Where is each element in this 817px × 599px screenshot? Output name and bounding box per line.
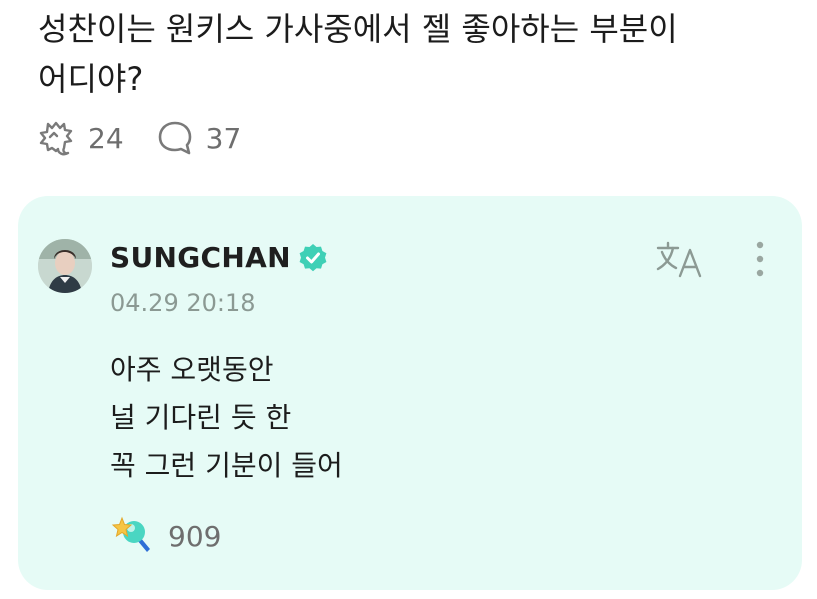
star-lightstick-icon (110, 512, 154, 560)
reply-body: 아주 오랫동안 널 기다린 듯 한 꼭 그런 기분이 들어 (110, 346, 343, 490)
comment-count: 37 (205, 121, 242, 155)
reply-author: SUNGCHAN (110, 241, 329, 274)
reaction-count: 909 (168, 519, 222, 553)
reply-line: 널 기다린 듯 한 (110, 401, 292, 434)
comment-button[interactable]: 37 (156, 119, 242, 157)
verified-badge-icon (299, 243, 327, 271)
translate-button[interactable] (654, 240, 706, 284)
reaction-button[interactable]: 909 (110, 512, 221, 560)
speech-bubble-icon (156, 119, 194, 157)
post-stats: 24 37 (36, 116, 241, 160)
post-text: 성찬이는 원키스 가사중에서 젤 좋아하는 부분이 어디야? (38, 10, 678, 98)
reply-line: 아주 오랫동안 (110, 353, 274, 386)
like-button[interactable]: 24 (36, 118, 124, 158)
author-name[interactable]: SUNGCHAN (110, 241, 291, 274)
translate-icon (654, 241, 706, 284)
like-count: 24 (88, 121, 124, 155)
bubble-heart-icon (36, 118, 76, 158)
reply-line: 꼭 그런 기분이 들어 (110, 449, 343, 482)
avatar[interactable] (38, 239, 92, 293)
reply-card: SUNGCHAN 04.29 20:18 아주 오랫동안 널 기다린 듯 한 꼭… (18, 196, 802, 590)
more-vertical-icon (752, 241, 768, 284)
more-options-button[interactable] (752, 240, 768, 284)
reply-timestamp: 04.29 20:18 (110, 289, 256, 317)
